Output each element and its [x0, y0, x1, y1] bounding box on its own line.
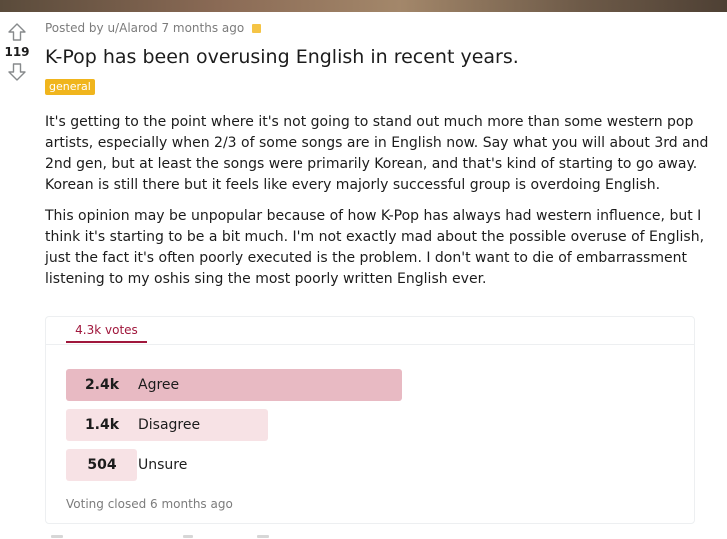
award-icon	[252, 23, 262, 33]
poll-option-unsure: 504 Unsure	[66, 449, 666, 481]
poll-option-count: 2.4k	[84, 377, 120, 393]
header-banner-image	[0, 0, 727, 12]
tab-votes[interactable]: 4.3k votes	[66, 317, 147, 343]
post-paragraph: It's getting to the point where it's not…	[45, 114, 709, 193]
poll-tabs: 4.3k votes	[46, 317, 694, 345]
poll-option-label: Disagree	[138, 417, 201, 433]
downvote-arrow-icon[interactable]	[7, 62, 27, 82]
upvote-arrow-icon[interactable]	[7, 22, 27, 42]
post-title[interactable]: K-Pop has been overusing English in rece…	[45, 44, 715, 70]
vote-column: 119	[0, 22, 34, 82]
action-icon[interactable]	[51, 535, 63, 538]
poll-option-label: Unsure	[138, 457, 188, 473]
poll-status: Voting closed 6 months ago	[66, 497, 233, 511]
poll-option-count: 504	[87, 457, 117, 473]
action-icon[interactable]	[183, 535, 193, 538]
post-paragraph: This opinion may be unpopular because of…	[45, 208, 705, 287]
poll-option-agree: 2.4k Agree	[66, 369, 666, 401]
post-actions-strip	[45, 533, 705, 539]
poll-option-count: 1.4k	[84, 417, 120, 433]
poll-card: 4.3k votes 2.4k Agree 1.4k Disagree 504 …	[45, 316, 695, 524]
post-flair[interactable]: general	[45, 79, 95, 95]
poll-option-disagree: 1.4k Disagree	[66, 409, 666, 441]
post-meta: Posted by u/Alarod 7 months ago	[45, 21, 262, 35]
post-score: 119	[4, 45, 30, 59]
poll-option-label: Agree	[138, 377, 180, 393]
post-body: It's getting to the point where it's not…	[45, 112, 723, 300]
post-meta-text[interactable]: Posted by u/Alarod 7 months ago	[45, 21, 244, 35]
action-icon[interactable]	[257, 535, 269, 538]
